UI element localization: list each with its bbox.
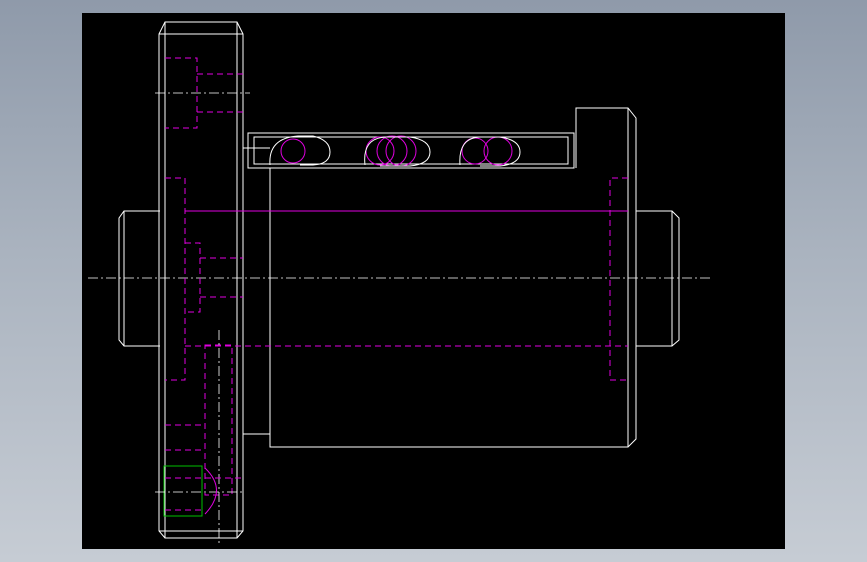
right-shaft-stub [636, 210, 680, 347]
ball-screw-nut-drawing [88, 21, 712, 545]
flange-middle-hidden [165, 177, 243, 381]
selection-box [163, 465, 203, 517]
bolt-head-arc [204, 467, 217, 515]
nut-body-outline [269, 107, 637, 448]
return-tube-ball-circles [269, 135, 521, 167]
flange-lower-bolt-hole [165, 330, 243, 545]
right-hidden-step [609, 177, 628, 381]
flange-upper-hidden-holes [155, 57, 250, 129]
left-shaft-stub [118, 210, 160, 347]
neck-outline [243, 147, 271, 447]
flange-outline [158, 21, 244, 539]
